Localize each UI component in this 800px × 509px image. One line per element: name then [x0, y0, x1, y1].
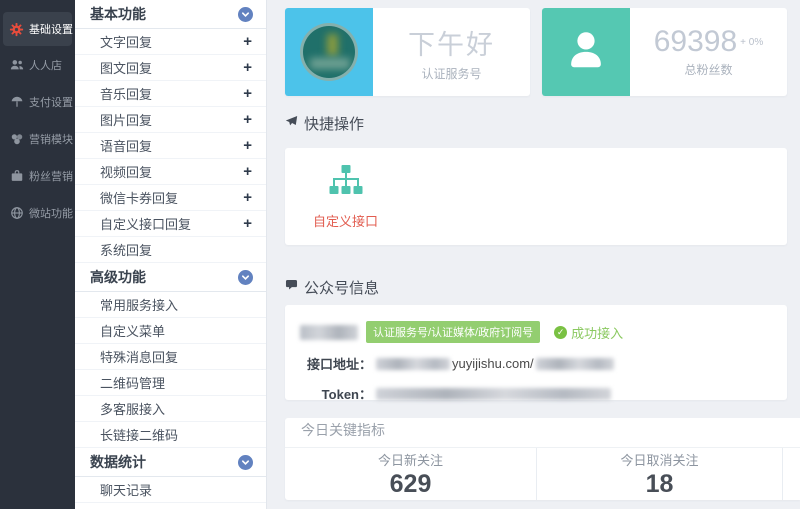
- expand-plus-icon[interactable]: +: [243, 138, 252, 153]
- nav-item-label: 支付设置: [29, 94, 73, 110]
- token-value-blurred: [376, 388, 611, 400]
- quick-ops-header: 快捷操作: [285, 114, 787, 132]
- chevron-down-icon[interactable]: [238, 270, 253, 285]
- menu-item-chat-records[interactable]: 聊天记录: [75, 477, 266, 503]
- menu-item-special-message-reply[interactable]: 特殊消息回复: [75, 344, 266, 370]
- nav-item-payment-settings[interactable]: 支付设置: [0, 83, 75, 120]
- custom-api-shortcut[interactable]: 自定义接口: [313, 163, 378, 230]
- account-info-title: 公众号信息: [304, 277, 379, 298]
- expand-plus-icon[interactable]: +: [243, 112, 252, 127]
- menu-item-multi-service[interactable]: 多客服接入: [75, 396, 266, 422]
- account-info-panel: 认证服务号/认证媒体/政府订阅号 ✓ 成功接入 接口地址： yuyijishu.…: [285, 305, 787, 400]
- account-info-header: 公众号信息: [285, 278, 787, 296]
- menu-item-system-reply[interactable]: 系统回复: [75, 237, 266, 263]
- person-icon: [563, 27, 609, 78]
- connection-status-text: 成功接入: [571, 323, 623, 342]
- menu-item-music-reply[interactable]: 音乐回复 +: [75, 81, 266, 107]
- menu-item-common-services[interactable]: 常用服务接入: [75, 292, 266, 318]
- api-url-suffix-blurred: [536, 358, 614, 370]
- menu-section-advanced[interactable]: 高级功能: [75, 263, 266, 292]
- chevron-down-icon[interactable]: [238, 455, 253, 470]
- check-circle-icon: ✓: [554, 326, 567, 339]
- expand-plus-icon[interactable]: +: [243, 60, 252, 75]
- nav-item-label: 微站功能: [29, 205, 73, 221]
- expand-plus-icon[interactable]: +: [243, 216, 252, 231]
- users-icon: [9, 57, 24, 72]
- menu-section-basic[interactable]: 基本功能: [75, 0, 266, 29]
- modules-icon: [9, 131, 24, 146]
- quick-ops-title: 快捷操作: [304, 113, 364, 134]
- briefcase-icon: [9, 168, 24, 183]
- menu-sidebar: 基本功能 文字回复 + 图文回复 + 音乐回复 + 图片回复 + 语音回复 + …: [75, 0, 267, 509]
- nav-item-fans-marketing[interactable]: 粉丝营销: [0, 157, 75, 194]
- api-url-label: 接口地址：: [300, 354, 372, 373]
- paper-plane-icon: [285, 114, 298, 132]
- menu-item-picture-reply[interactable]: 图片回复 +: [75, 107, 266, 133]
- summary-cards: 下午好 认证服务号 69398 + 0%: [285, 8, 787, 96]
- nav-item-microsite[interactable]: 微站功能: [0, 194, 75, 231]
- nav-item-basic-settings[interactable]: 基础设置: [3, 12, 72, 46]
- greeting-text: 下午好: [408, 23, 495, 62]
- menu-item-voice-reply[interactable]: 语音回复 +: [75, 133, 266, 159]
- menu-item-image-text-reply[interactable]: 图文回复 +: [75, 55, 266, 81]
- total-fans-label: 总粉丝数: [684, 61, 732, 78]
- key-metrics-title: 今日关键指标: [301, 420, 385, 440]
- menu-section-title: 高级功能: [90, 267, 146, 287]
- chevron-down-icon[interactable]: [238, 7, 253, 22]
- app-window: 基础设置 人人店 支付设置: [0, 0, 800, 509]
- comment-icon: [285, 278, 298, 296]
- metric-unfollows: 今日取消关注 18: [537, 448, 783, 500]
- api-url-prefix-blurred: [376, 358, 450, 370]
- expand-plus-icon[interactable]: +: [243, 34, 252, 49]
- greeting-card: 下午好 认证服务号: [285, 8, 530, 96]
- key-metrics-panel: 今日关键指标 今日新关注 629 今日取消关注 18: [285, 418, 800, 500]
- expand-plus-icon[interactable]: +: [243, 86, 252, 101]
- menu-item-custom-api-reply[interactable]: 自定义接口回复 +: [75, 211, 266, 237]
- custom-api-label: 自定义接口: [313, 211, 378, 230]
- account-type-badge: 认证服务号/认证媒体/政府订阅号: [366, 321, 540, 343]
- token-label: Token：: [300, 384, 372, 403]
- nav-item-marketing-modules[interactable]: 营销模块: [0, 120, 75, 157]
- quick-ops-panel: 自定义接口: [285, 148, 787, 245]
- nav-rail: 基础设置 人人店 支付设置: [0, 0, 75, 509]
- account-avatar-square: [285, 8, 373, 96]
- main-content: 下午好 认证服务号 69398 + 0%: [267, 0, 800, 509]
- menu-item-video-reply[interactable]: 视频回复 +: [75, 159, 266, 185]
- metric-cutoff-stub: [783, 448, 800, 500]
- payment-icon: [9, 94, 24, 109]
- menu-section-title: 基本功能: [90, 4, 146, 24]
- nav-item-label: 粉丝营销: [29, 168, 73, 184]
- menu-item-custom-menu[interactable]: 自定义菜单: [75, 318, 266, 344]
- expand-plus-icon[interactable]: +: [243, 164, 252, 179]
- gear-icon: [9, 22, 24, 37]
- account-avatar: [300, 23, 358, 81]
- nav-item-label: 营销模块: [29, 131, 73, 147]
- total-fans-count: 69398: [654, 27, 737, 57]
- metric-new-follows: 今日新关注 629: [285, 448, 537, 500]
- menu-item-card-coupon-reply[interactable]: 微信卡券回复 +: [75, 185, 266, 211]
- menu-item-long-link-qrcode[interactable]: 长链接二维码: [75, 422, 266, 448]
- menu-item-qrcode-management[interactable]: 二维码管理: [75, 370, 266, 396]
- expand-plus-icon[interactable]: +: [243, 190, 252, 205]
- account-type-label: 认证服务号: [421, 65, 481, 82]
- api-url-domain: yuyijishu.com/: [452, 356, 534, 371]
- sitemap-icon: [329, 163, 363, 202]
- nav-item-label: 人人店: [29, 57, 62, 73]
- nav-item-label: 基础设置: [29, 21, 73, 37]
- globe-icon: [9, 205, 24, 220]
- fans-icon-square: [542, 8, 630, 96]
- fans-card: 69398 + 0% 总粉丝数: [542, 8, 787, 96]
- account-name-blurred: [300, 325, 358, 340]
- nav-item-renren-shop[interactable]: 人人店: [0, 46, 75, 83]
- connection-status: ✓ 成功接入: [554, 323, 623, 342]
- menu-section-title: 数据统计: [90, 452, 146, 472]
- menu-item-text-reply[interactable]: 文字回复 +: [75, 29, 266, 55]
- fans-delta: + 0%: [740, 37, 763, 48]
- menu-section-statistics[interactable]: 数据统计: [75, 448, 266, 477]
